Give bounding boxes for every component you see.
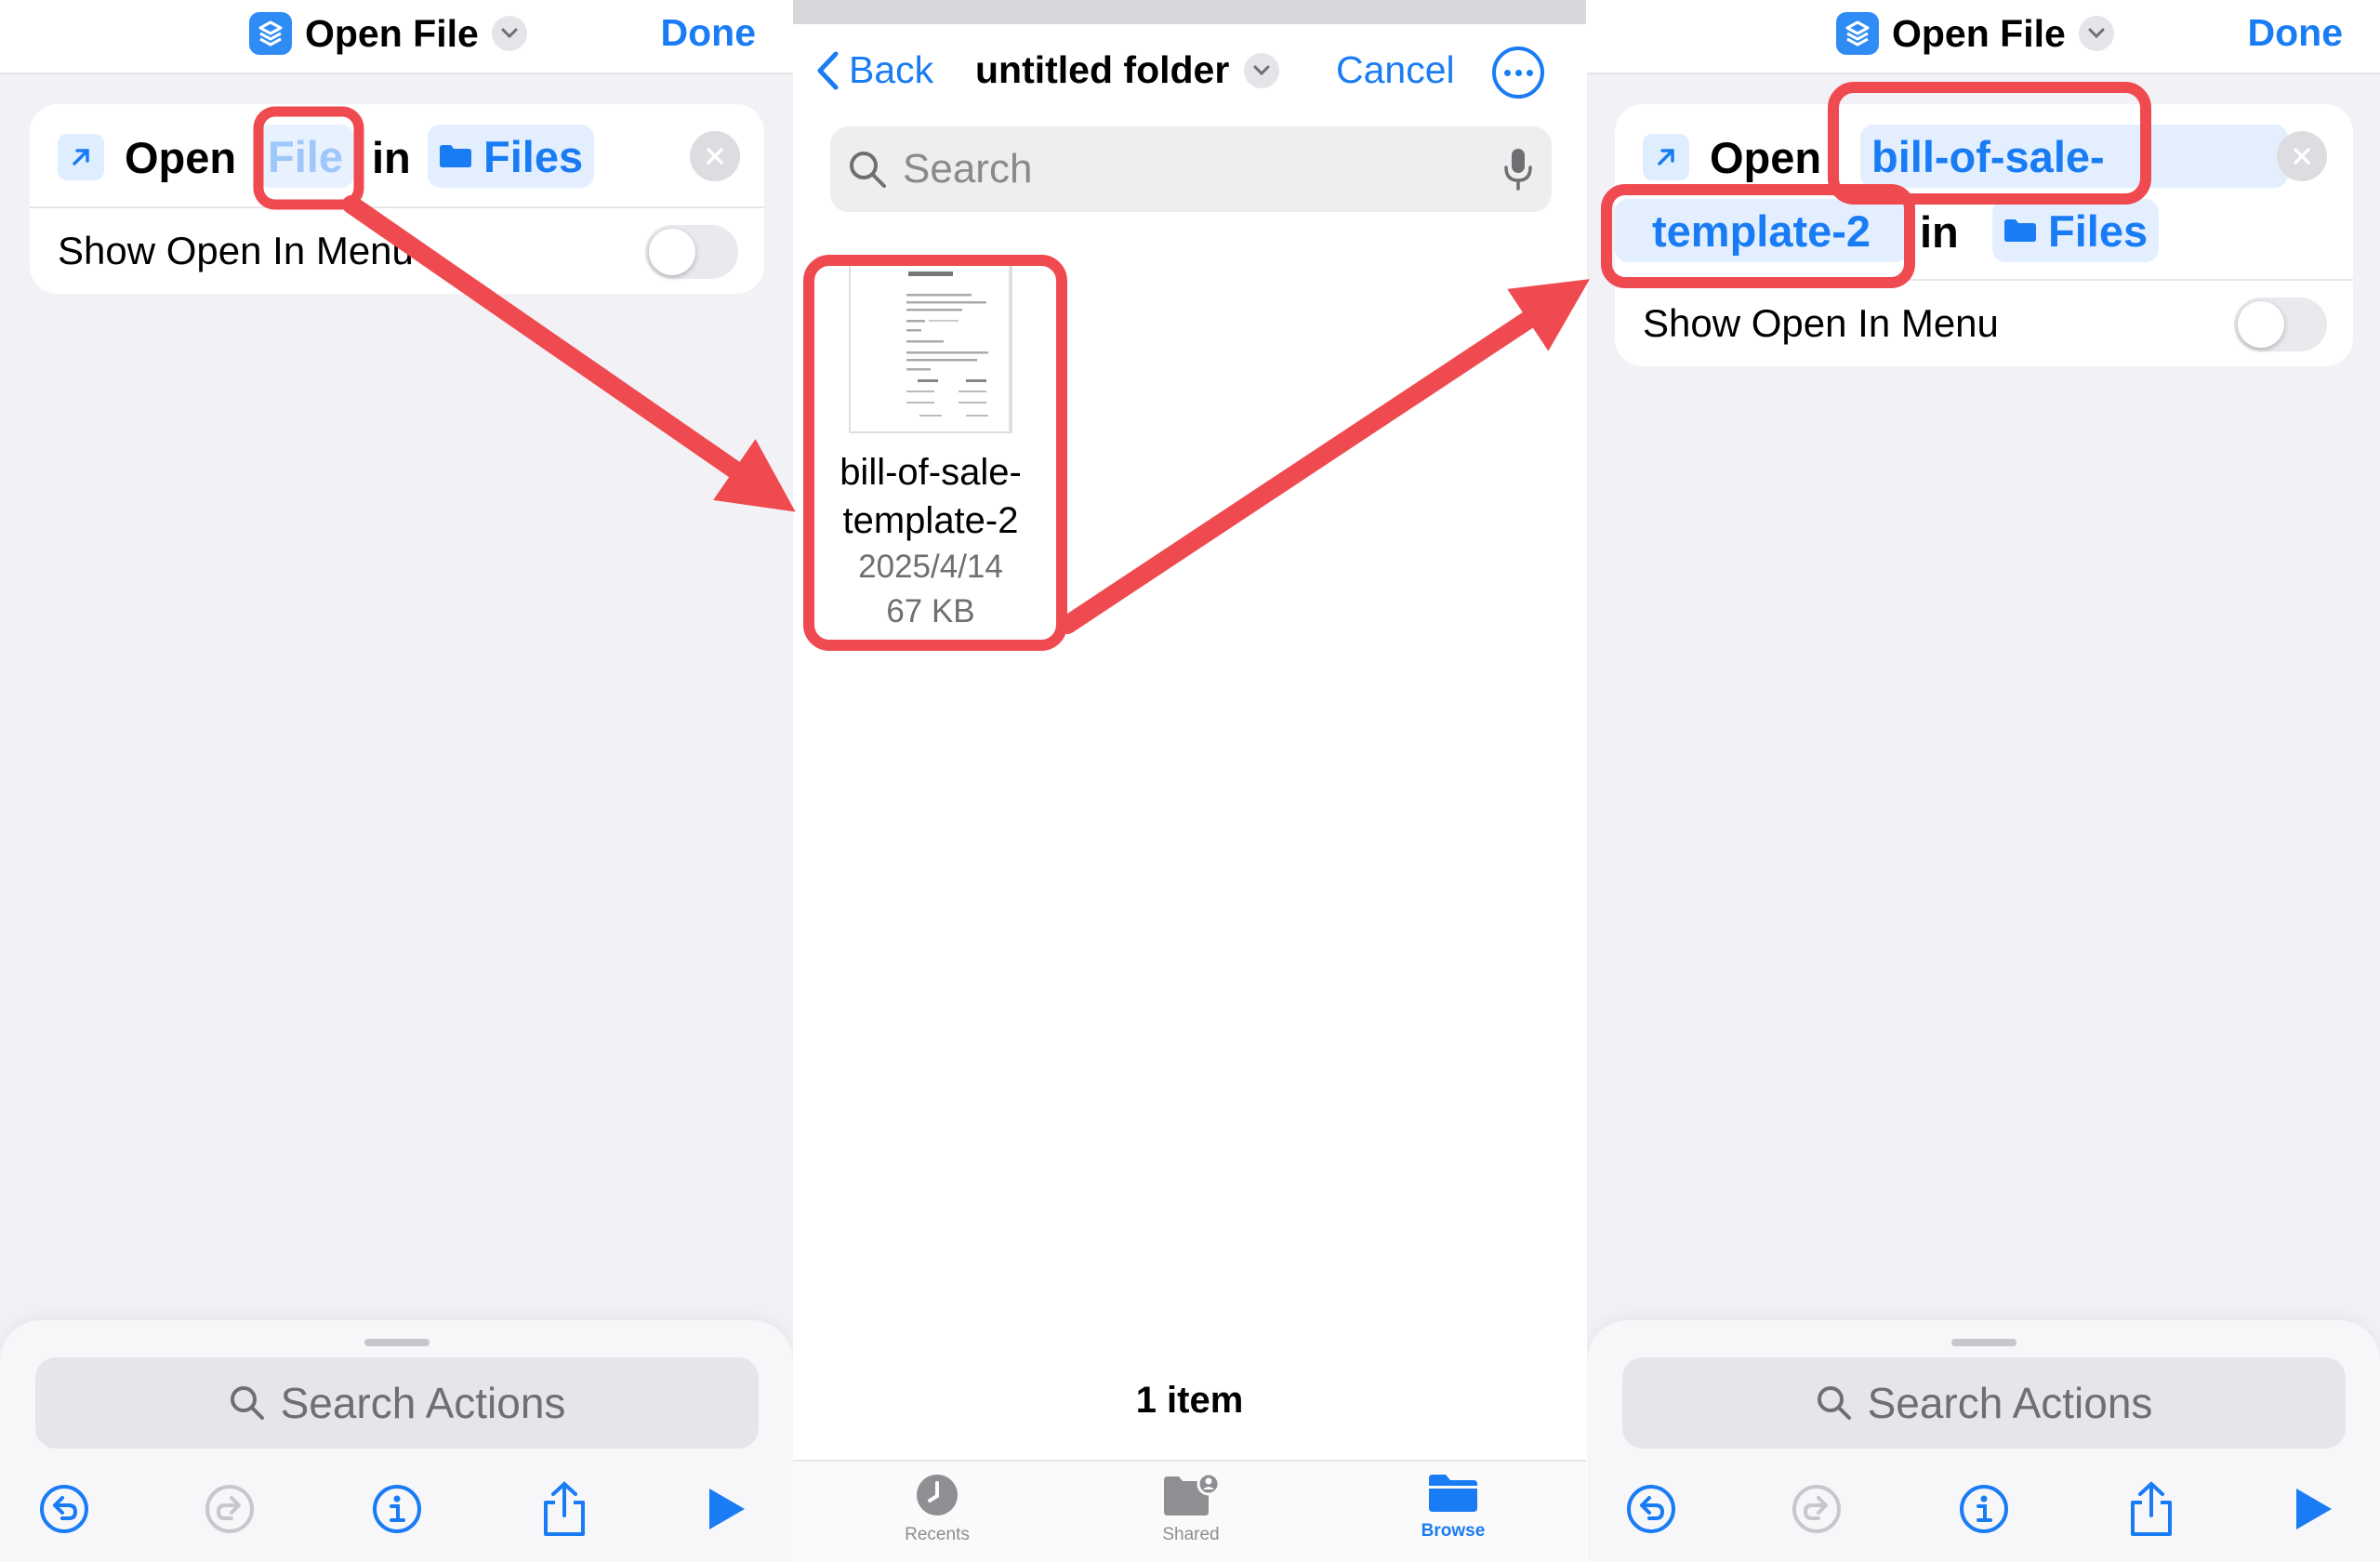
redo-icon[interactable]: [201, 1480, 258, 1538]
file-parameter-token[interactable]: File: [257, 125, 354, 188]
item-count: 1 item: [1135, 1380, 1244, 1421]
folder-icon: [2004, 219, 2036, 242]
cancel-button[interactable]: Cancel: [1336, 48, 1455, 92]
back-button[interactable]: Back: [815, 48, 933, 92]
tab-bar: Recents Shared Browse: [793, 1460, 1586, 1562]
shortcut-editor-before: Open File Done Open File in Files Show O…: [0, 0, 793, 1562]
search-actions-placeholder: Search Actions: [280, 1379, 566, 1427]
open-label: Open: [125, 133, 237, 182]
tab-shared[interactable]: Shared: [1126, 1473, 1256, 1545]
folder-icon: [1429, 1475, 1477, 1512]
chevron-left-icon: [817, 51, 839, 89]
tab-browse[interactable]: Browse: [1388, 1473, 1518, 1542]
show-open-in-menu-label: Show Open In Menu: [1643, 301, 1999, 345]
shortcuts-app-icon: [249, 12, 292, 55]
location-token[interactable]: Files: [428, 125, 595, 188]
redo-icon[interactable]: [1788, 1480, 1845, 1538]
info-icon[interactable]: [368, 1480, 426, 1538]
search-actions-field[interactable]: Search Actions: [35, 1357, 759, 1449]
tab-recents[interactable]: Recents: [872, 1473, 1002, 1545]
search-placeholder: Search: [903, 146, 1033, 192]
file-name: bill-of-sale- template-2: [826, 448, 1035, 545]
file-name-line2: template-2: [842, 500, 1019, 541]
share-icon[interactable]: [2122, 1480, 2180, 1538]
file-size: 67 KB: [886, 593, 975, 629]
share-icon[interactable]: [536, 1480, 593, 1538]
actions-bottom-sheet: Search Actions: [0, 1320, 793, 1562]
file-search-field[interactable]: Search: [830, 126, 1552, 212]
top-bar: Open File Done: [0, 0, 793, 74]
page-title: Open File: [1892, 11, 2066, 55]
search-icon: [230, 1386, 264, 1420]
sheet-grabber[interactable]: [364, 1339, 430, 1346]
clock-icon: [917, 1475, 958, 1516]
play-icon[interactable]: [697, 1480, 755, 1538]
location-token-label: Files: [483, 131, 584, 181]
top-bar: Open File Done: [1587, 0, 2380, 74]
title-menu[interactable]: Open File: [1836, 9, 2114, 58]
folder-icon: [440, 145, 471, 167]
open-file-action-card: Open bill-of-sale- template-2 in Files S…: [1615, 104, 2353, 366]
play-icon[interactable]: [2284, 1480, 2342, 1538]
more-options-icon[interactable]: [1492, 46, 1544, 99]
clear-action-button[interactable]: [2277, 131, 2327, 181]
file-date: 2025/4/14: [858, 549, 1003, 585]
undo-icon[interactable]: [35, 1480, 93, 1538]
show-open-in-menu-toggle[interactable]: [645, 225, 738, 279]
file-parameter-token-line2[interactable]: template-2: [1615, 199, 1909, 262]
shared-folder-icon: [1164, 1473, 1220, 1516]
close-icon: [2294, 148, 2310, 165]
actions-bottom-sheet: Search Actions: [1587, 1320, 2380, 1562]
done-button[interactable]: Done: [661, 11, 757, 55]
in-label: in: [372, 133, 411, 182]
document-thumbnail: [849, 260, 1012, 433]
search-actions-field[interactable]: Search Actions: [1622, 1357, 2346, 1449]
search-icon: [1817, 1386, 1851, 1420]
chevron-down-icon[interactable]: [2078, 16, 2114, 51]
show-open-in-menu-toggle[interactable]: [2234, 298, 2327, 351]
shortcut-editor-after: Open File Done Open bill-of-sale- templa…: [1587, 0, 2380, 1562]
sheet-grabber[interactable]: [1951, 1339, 2016, 1346]
action-sentence: Open File in Files: [30, 104, 764, 208]
page-title: Open File: [305, 11, 479, 55]
in-label: in: [1920, 207, 1959, 257]
show-open-in-menu-row: Show Open In Menu: [1615, 281, 2353, 366]
chevron-down-icon[interactable]: [491, 16, 527, 51]
search-icon: [850, 152, 886, 188]
microphone-icon[interactable]: [1503, 147, 1533, 192]
open-arrow-icon: [58, 134, 104, 180]
shortcuts-app-icon: [1836, 12, 1879, 55]
undo-icon[interactable]: [1622, 1480, 1680, 1538]
back-label: Back: [849, 48, 934, 91]
show-open-in-menu-label: Show Open In Menu: [58, 229, 414, 272]
title-menu[interactable]: Open File: [249, 9, 527, 58]
folder-title: untitled folder: [975, 48, 1230, 91]
search-actions-placeholder: Search Actions: [1867, 1379, 2153, 1427]
close-icon: [707, 148, 723, 165]
file-token-label: File: [268, 131, 343, 181]
open-file-action-card: Open File in Files Show Open In Menu: [30, 104, 764, 294]
file-parameter-token-line1[interactable]: bill-of-sale-: [1860, 125, 2288, 188]
location-token[interactable]: Files: [1992, 199, 2160, 262]
file-item[interactable]: bill-of-sale- template-2 2025/4/14 67 KB: [826, 260, 1035, 634]
clear-action-button[interactable]: [690, 131, 740, 181]
open-arrow-icon: [1643, 134, 1689, 180]
action-sentence: Open bill-of-sale- template-2 in Files: [1615, 104, 2353, 281]
done-button[interactable]: Done: [2248, 11, 2344, 55]
file-picker: Back untitled folder Cancel Search bill-…: [793, 0, 1586, 1562]
chevron-down-icon: [1244, 52, 1280, 88]
file-name-line1: bill-of-sale-: [840, 452, 1022, 493]
open-label: Open: [1710, 133, 1822, 182]
info-icon[interactable]: [1955, 1480, 2013, 1538]
underlying-sheet-edge: [793, 0, 1586, 24]
folder-title-menu[interactable]: untitled folder: [975, 48, 1280, 92]
show-open-in-menu-row: Show Open In Menu: [30, 208, 764, 294]
